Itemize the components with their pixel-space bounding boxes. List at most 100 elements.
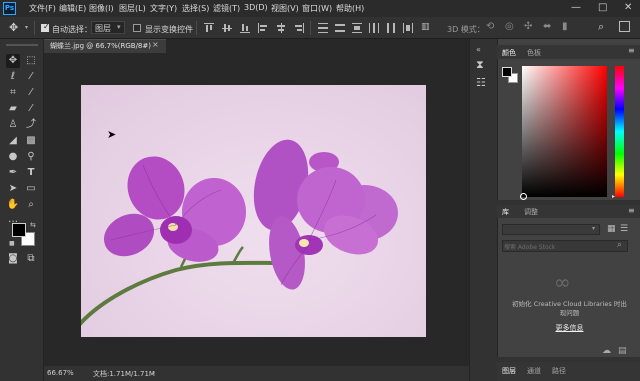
gradient-icon[interactable]: ▩ xyxy=(24,134,38,148)
library-select[interactable] xyxy=(502,224,600,235)
align-right-icon[interactable] xyxy=(294,23,304,33)
3d-mode-label: 3D 模式： xyxy=(447,25,485,34)
tab-layers[interactable]: 图层 xyxy=(502,366,516,376)
brush-icon[interactable]: ⁄ xyxy=(24,102,38,116)
move-icon[interactable]: ✥ xyxy=(6,54,20,68)
creative-cloud-error-icon: ∞ xyxy=(554,270,571,294)
maximize-button[interactable]: □ xyxy=(598,2,607,13)
storage-icon[interactable]: ▤ xyxy=(618,346,627,356)
panel-menu-icon[interactable]: ≡ xyxy=(628,46,635,55)
align-left-icon[interactable] xyxy=(258,23,268,33)
stock-search-placeholder: 搜索 Adobe Stock xyxy=(504,244,556,251)
menu-window[interactable]: 窗口(W) xyxy=(302,3,332,14)
color-picker-cursor[interactable] xyxy=(520,193,527,200)
menu-file[interactable]: 文件(F) xyxy=(29,3,56,14)
eraser-icon[interactable]: ◢ xyxy=(6,134,20,148)
distribute-left-icon[interactable] xyxy=(369,23,379,33)
grid-view-icon[interactable]: ▦ xyxy=(607,224,616,234)
align-hcenter-icon[interactable] xyxy=(276,23,286,33)
stamp-icon[interactable]: ♙ xyxy=(6,118,20,132)
search-icon[interactable]: ⌕ xyxy=(617,240,622,250)
distribute-right-icon[interactable] xyxy=(403,23,413,33)
swap-colors-icon[interactable]: ⇆ xyxy=(30,221,36,229)
align-bottom-icon[interactable] xyxy=(240,23,250,33)
healing-icon[interactable]: ▰ xyxy=(6,102,20,116)
tab-paths[interactable]: 路径 xyxy=(552,366,566,376)
panel-menu-icon[interactable]: ≡ xyxy=(628,206,635,215)
list-view-icon[interactable]: ☰ xyxy=(620,224,628,234)
magic-wand-icon[interactable]: ⁄ xyxy=(24,70,38,84)
auto-select-label: 自动选择： xyxy=(52,25,92,34)
menu-image[interactable]: 图像(I) xyxy=(89,3,114,14)
move-tool-icon[interactable]: ✥ xyxy=(9,22,23,34)
zoom-icon[interactable]: ⌕ xyxy=(24,198,38,212)
collapse-panels-icon[interactable]: « xyxy=(476,45,481,54)
menu-layer[interactable]: 图层(L) xyxy=(119,3,146,14)
minimize-button[interactable]: — xyxy=(571,2,581,13)
3d-slide-icon[interactable]: ⬌ xyxy=(543,21,551,32)
foreground-color-swatch[interactable] xyxy=(12,223,26,237)
distribute-vcenter-icon[interactable] xyxy=(335,23,345,33)
image-canvas[interactable] xyxy=(81,85,426,337)
history-brush-icon[interactable]: ⤴ xyxy=(24,118,38,132)
menu-help[interactable]: 帮助(H) xyxy=(336,3,364,14)
chevron-right-icon[interactable]: › xyxy=(152,368,155,377)
panel-foreground-swatch[interactable] xyxy=(502,67,512,77)
tab-swatches[interactable]: 色板 xyxy=(527,48,541,58)
3d-roll-icon[interactable]: ◎ xyxy=(505,21,514,32)
divider xyxy=(310,21,311,35)
align-vcenter-icon[interactable] xyxy=(222,23,232,33)
pen-icon[interactable]: ✒ xyxy=(6,166,20,180)
auto-select-checkbox[interactable]: ✓ xyxy=(41,22,50,32)
align-top-icon[interactable] xyxy=(204,23,214,33)
3d-scale-icon[interactable]: ▮ xyxy=(562,21,568,32)
path-select-icon[interactable]: ➤ xyxy=(6,182,20,196)
default-colors-icon[interactable]: ■ xyxy=(9,240,15,247)
tab-color[interactable]: 颜色 xyxy=(502,48,516,58)
menu-view[interactable]: 视图(V) xyxy=(271,3,299,14)
menu-edit[interactable]: 编辑(E) xyxy=(59,3,86,14)
search-icon[interactable]: ⌕ xyxy=(598,20,604,34)
close-tab-icon[interactable]: × xyxy=(152,40,159,49)
distribute-hcenter-icon[interactable] xyxy=(386,23,396,33)
screenmode-icon[interactable]: ⧉ xyxy=(24,252,38,266)
tab-adjustments[interactable]: 调整 xyxy=(524,207,538,217)
chevron-down-icon: ▾ xyxy=(592,225,596,232)
hand-icon[interactable]: ✋ xyxy=(6,198,20,212)
3d-pan-icon[interactable]: ✣ xyxy=(524,21,532,32)
color-picker-field[interactable] xyxy=(522,66,607,197)
blur-icon[interactable]: ● xyxy=(6,150,20,164)
show-transform-checkbox[interactable] xyxy=(133,24,141,32)
auto-align-icon[interactable]: ▥ xyxy=(421,22,430,32)
menu-type[interactable]: 文字(Y) xyxy=(150,3,177,14)
cloud-sync-icon[interactable]: ☁ xyxy=(602,346,611,356)
more-info-link[interactable]: 更多信息 xyxy=(504,323,635,333)
tool-preset-chevron-icon[interactable]: ▾ xyxy=(25,24,28,31)
hue-slider-handle-icon[interactable]: ▸ xyxy=(612,193,615,200)
crop-icon[interactable]: ⌗ xyxy=(6,86,20,100)
close-window-button[interactable]: ✕ xyxy=(624,2,632,13)
workspace-icon[interactable] xyxy=(619,21,630,32)
zoom-level[interactable]: 66.67% xyxy=(47,369,74,377)
distribute-top-icon[interactable] xyxy=(318,23,328,33)
3d-orbit-icon[interactable]: ⟲ xyxy=(486,21,494,32)
menu-3d[interactable]: 3D(D) xyxy=(244,3,268,12)
eyedropper-icon[interactable]: ⁄ xyxy=(24,86,38,100)
toolbar-grip[interactable] xyxy=(6,44,38,46)
marquee-icon[interactable]: ⬚ xyxy=(24,54,38,68)
lasso-icon[interactable]: ℓ xyxy=(6,70,20,84)
color-panel-header xyxy=(497,45,640,59)
type-icon[interactable]: T xyxy=(24,166,38,180)
distribute-bottom-icon[interactable] xyxy=(352,23,362,33)
menu-select[interactable]: 选择(S) xyxy=(182,3,209,14)
dodge-icon[interactable]: ⚲ xyxy=(24,150,38,164)
tab-libraries[interactable]: 库 xyxy=(502,207,509,217)
hue-slider[interactable] xyxy=(615,66,624,197)
quickmask-icon[interactable]: ◙ xyxy=(6,252,20,266)
history-icon[interactable]: ⧗ xyxy=(476,58,484,72)
properties-icon[interactable]: ☷ xyxy=(476,76,486,89)
menu-filter[interactable]: 滤镜(T) xyxy=(213,3,240,14)
libraries-panel-header xyxy=(497,205,640,218)
tab-channels[interactable]: 通道 xyxy=(527,366,541,376)
shape-icon[interactable]: ▭ xyxy=(24,182,38,196)
